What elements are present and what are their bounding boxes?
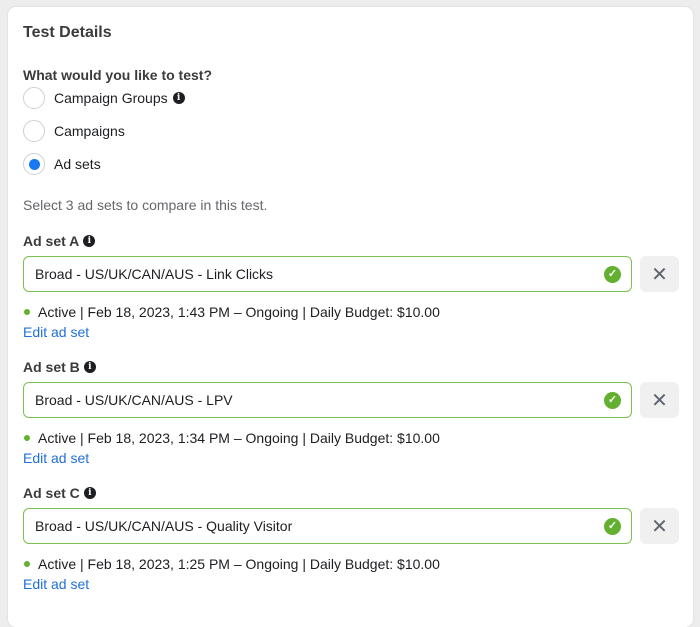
adset-status-text: Active | Feb 18, 2023, 1:34 PM – Ongoing… [38, 430, 440, 446]
remove-adset-b-button[interactable]: ✕ [640, 382, 679, 418]
radio-button[interactable] [23, 120, 45, 142]
info-icon[interactable]: i [83, 361, 96, 373]
info-icon[interactable]: i [172, 92, 185, 104]
radio-button[interactable] [23, 87, 45, 109]
check-circle-icon: ✓ [604, 266, 621, 283]
check-circle-icon: ✓ [604, 518, 621, 535]
radio-button-selected[interactable] [23, 153, 45, 175]
radio-option-ad-sets[interactable]: Ad sets [23, 152, 101, 176]
adset-field-row: Broad - US/UK/CAN/AUS - Quality Visitor … [23, 508, 683, 544]
adset-status: Active | Feb 18, 2023, 1:25 PM – Ongoing… [23, 556, 683, 572]
active-status-dot-icon [24, 309, 30, 315]
adset-a-select[interactable]: Broad - US/UK/CAN/AUS - Link Clicks ✓ [23, 256, 632, 292]
edit-adset-a-link[interactable]: Edit ad set [23, 324, 89, 340]
adset-label: Ad set A i [23, 232, 683, 250]
info-icon[interactable]: i [83, 487, 96, 499]
adset-value: Broad - US/UK/CAN/AUS - Link Clicks [35, 266, 274, 282]
radio-option-campaigns[interactable]: Campaigns [23, 119, 125, 143]
section-title: Test Details [23, 24, 112, 41]
adset-a-group: Ad set A i Broad - US/UK/CAN/AUS - Link … [23, 232, 683, 342]
adset-label: Ad set C i [23, 484, 683, 502]
active-status-dot-icon [24, 561, 30, 567]
radio-label: Campaigns [54, 123, 125, 139]
adset-c-select[interactable]: Broad - US/UK/CAN/AUS - Quality Visitor … [23, 508, 632, 544]
adset-label-text: Ad set C [23, 485, 80, 501]
adset-status-text: Active | Feb 18, 2023, 1:25 PM – Ongoing… [38, 556, 440, 572]
adset-label-text: Ad set A [23, 233, 80, 249]
adset-b-select[interactable]: Broad - US/UK/CAN/AUS - LPV ✓ [23, 382, 632, 418]
check-circle-icon: ✓ [604, 392, 621, 409]
adset-label-text: Ad set B [23, 359, 80, 375]
adset-value: Broad - US/UK/CAN/AUS - Quality Visitor [35, 518, 293, 534]
adset-label: Ad set B i [23, 358, 683, 376]
info-icon[interactable]: i [83, 235, 96, 247]
radio-label: Ad sets [54, 156, 101, 172]
test-details-card: Test Details What would you like to test… [8, 7, 693, 627]
adset-value: Broad - US/UK/CAN/AUS - LPV [35, 392, 233, 408]
adset-field-row: Broad - US/UK/CAN/AUS - Link Clicks ✓ ✕ [23, 256, 683, 292]
remove-adset-c-button[interactable]: ✕ [640, 508, 679, 544]
test-type-question: What would you like to test? [23, 67, 212, 83]
helper-text: Select 3 ad sets to compare in this test… [23, 197, 268, 213]
active-status-dot-icon [24, 435, 30, 441]
adset-status: Active | Feb 18, 2023, 1:43 PM – Ongoing… [23, 304, 683, 320]
close-icon: ✕ [651, 515, 668, 538]
radio-label: Campaign Groups [54, 90, 168, 106]
radio-option-campaign-groups[interactable]: Campaign Groups i [23, 86, 185, 110]
remove-adset-a-button[interactable]: ✕ [640, 256, 679, 292]
adset-field-row: Broad - US/UK/CAN/AUS - LPV ✓ ✕ [23, 382, 683, 418]
adset-status: Active | Feb 18, 2023, 1:34 PM – Ongoing… [23, 430, 683, 446]
edit-adset-c-link[interactable]: Edit ad set [23, 576, 89, 592]
close-icon: ✕ [651, 389, 668, 412]
adset-b-group: Ad set B i Broad - US/UK/CAN/AUS - LPV ✓… [23, 358, 683, 468]
close-icon: ✕ [651, 263, 668, 286]
adset-c-group: Ad set C i Broad - US/UK/CAN/AUS - Quali… [23, 484, 683, 594]
edit-adset-b-link[interactable]: Edit ad set [23, 450, 89, 466]
adset-status-text: Active | Feb 18, 2023, 1:43 PM – Ongoing… [38, 304, 440, 320]
